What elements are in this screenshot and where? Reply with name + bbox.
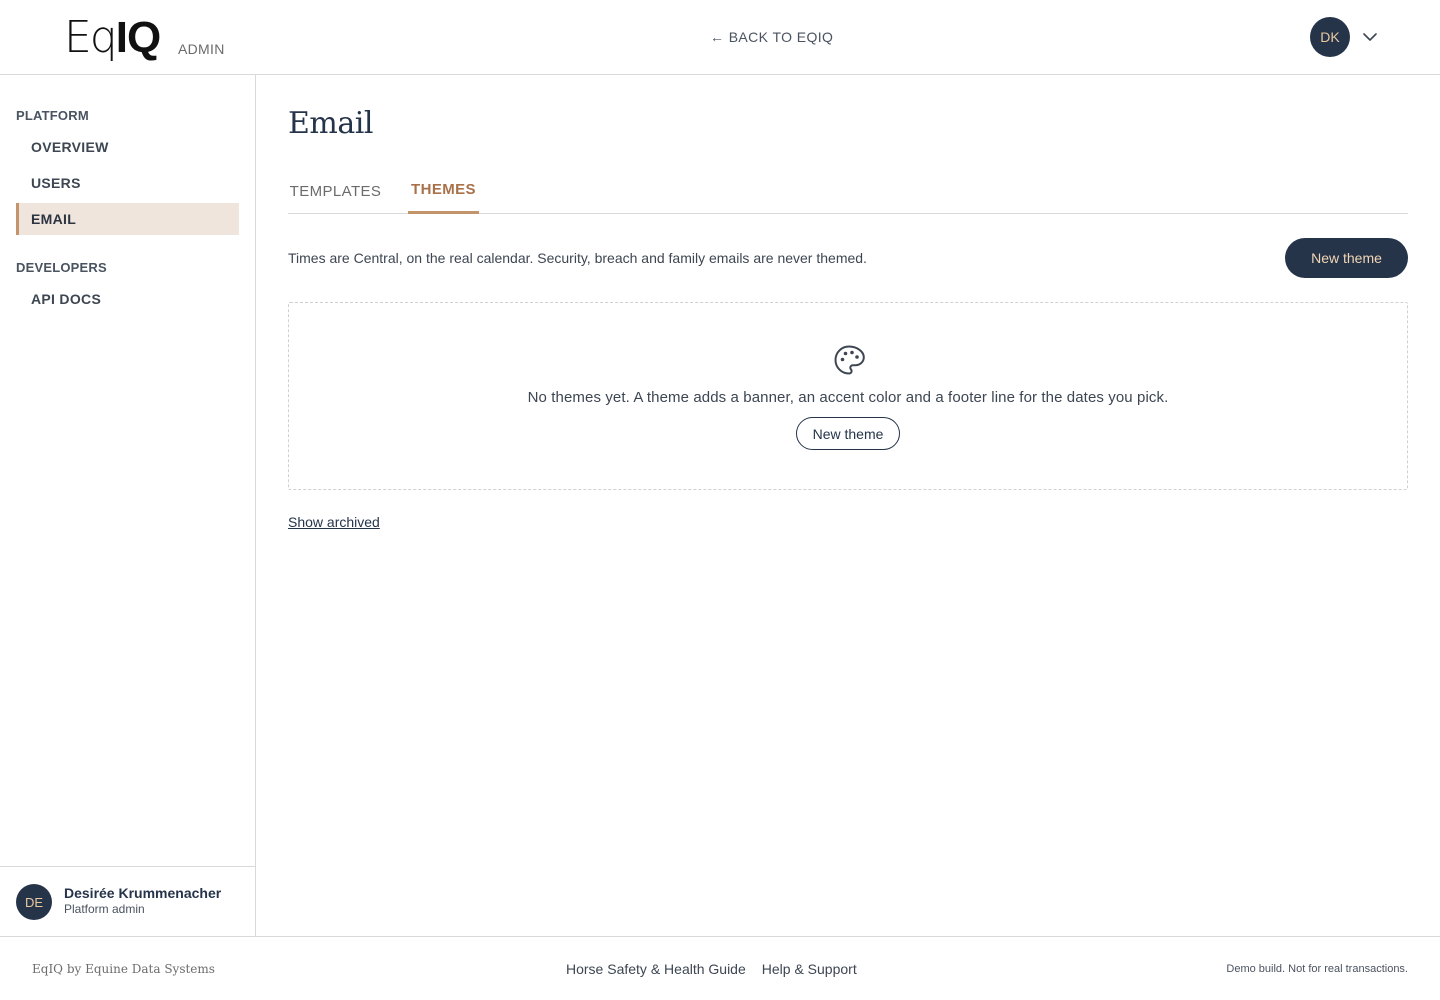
sidebar-item-users[interactable]: USERS — [16, 167, 239, 199]
footer-links: Horse Safety & Health Guide Help & Suppo… — [566, 961, 857, 977]
sidebar: PLATFORM OVERVIEW USERS EMAIL DEVELOPERS… — [0, 75, 256, 936]
logo-admin-label: ADMIN — [178, 41, 225, 57]
empty-state-card: No themes yet. A theme adds a banner, an… — [288, 302, 1408, 490]
user-avatar: DE — [16, 884, 52, 920]
tab-themes[interactable]: THEMES — [408, 168, 479, 214]
logo-iq-text: IQ — [115, 13, 161, 62]
empty-state-message: No themes yet. A theme adds a banner, an… — [527, 389, 1169, 406]
tab-templates[interactable]: TEMPLATES — [288, 168, 383, 214]
show-archived-link[interactable]: Show archived — [288, 514, 380, 530]
sidebar-section-developers: DEVELOPERS — [16, 260, 107, 275]
user-menu[interactable]: DK — [1310, 17, 1378, 57]
page-footer: EqIQ by Equine Data Systems Horse Safety… — [0, 936, 1440, 1000]
footer-link-help-support[interactable]: Help & Support — [762, 961, 857, 977]
page-title: Email — [288, 106, 373, 141]
user-role: Platform admin — [64, 902, 145, 916]
sidebar-section-platform: PLATFORM — [16, 108, 89, 123]
chevron-down-icon[interactable] — [1362, 29, 1378, 45]
sidebar-item-email[interactable]: EMAIL — [16, 203, 239, 235]
empty-state-new-theme-button[interactable]: New theme — [796, 417, 900, 450]
palette-icon — [833, 344, 865, 376]
tab-bar: TEMPLATES THEMES — [288, 168, 1408, 214]
logo-eq-text: Eq — [64, 12, 118, 63]
footer-brand: EqIQ by Equine Data Systems — [32, 962, 215, 976]
sidebar-user-card: DE Desirée Krummenacher Platform admin — [0, 866, 255, 936]
back-to-eqiq-link[interactable]: ← BACK TO EQIQ — [710, 29, 833, 45]
top-header: Eq IQ ADMIN ← BACK TO EQIQ DK — [0, 0, 1440, 75]
footer-demo-note: Demo build. Not for real transactions. — [1226, 963, 1408, 975]
footer-link-safety-guide[interactable]: Horse Safety & Health Guide — [566, 961, 746, 977]
new-theme-button[interactable]: New theme — [1285, 238, 1408, 278]
themes-info-text: Times are Central, on the real calendar.… — [288, 250, 867, 266]
sidebar-item-api-docs[interactable]: API DOCS — [16, 283, 239, 315]
sidebar-item-overview[interactable]: OVERVIEW — [16, 131, 239, 163]
user-name: Desirée Krummenacher — [64, 885, 222, 901]
avatar[interactable]: DK — [1310, 17, 1350, 57]
eqiq-logo[interactable]: Eq IQ ADMIN — [64, 12, 224, 63]
